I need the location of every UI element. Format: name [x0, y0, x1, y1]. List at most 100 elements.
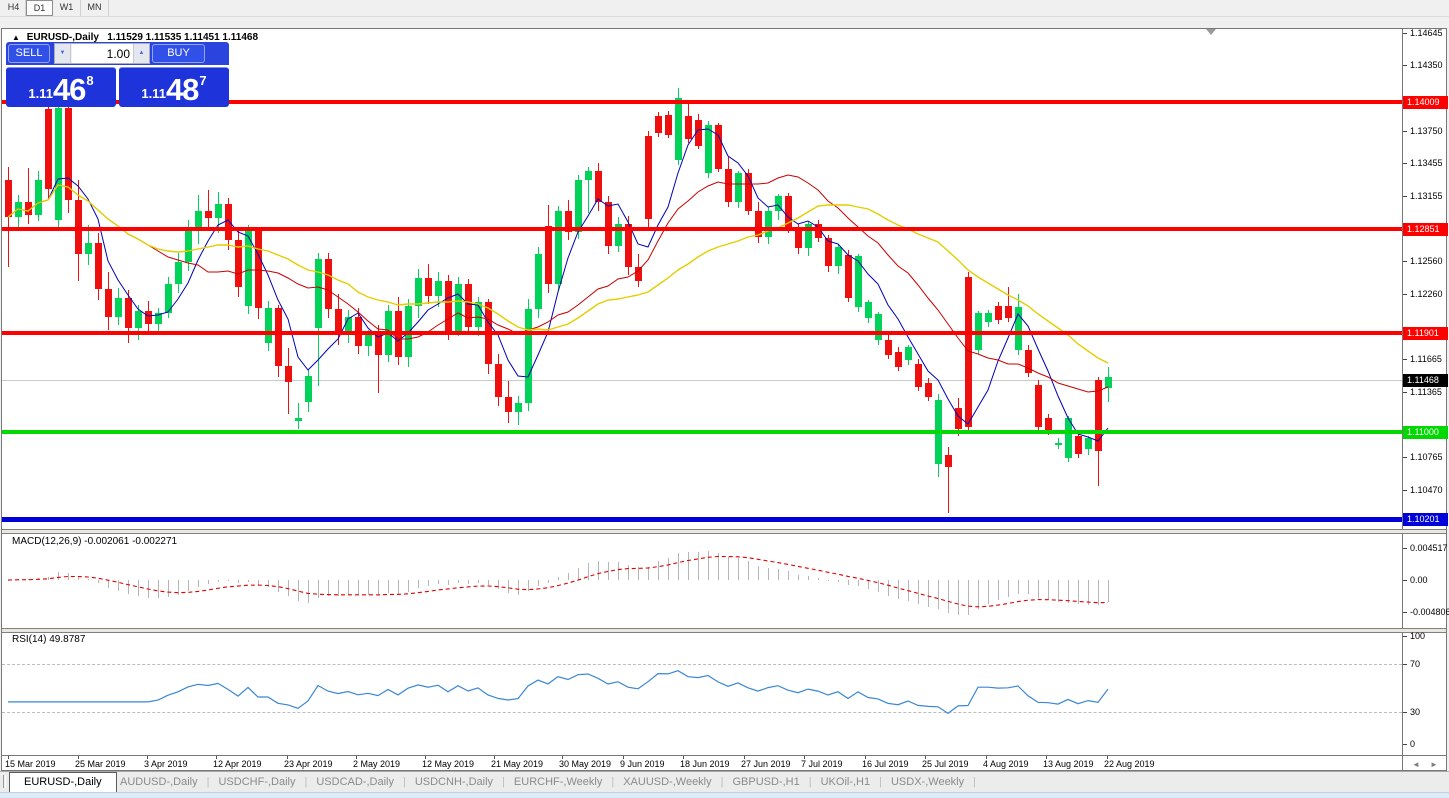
horizontal-level-line[interactable] [2, 331, 1402, 335]
candle [225, 204, 232, 240]
macd-bar [278, 580, 279, 592]
candle [185, 229, 192, 262]
horizontal-level-line[interactable] [2, 517, 1402, 522]
tab-bar-grip[interactable] [3, 775, 6, 788]
candle [325, 259, 332, 309]
collapse-triangle-icon[interactable]: ▲ [12, 33, 20, 42]
macd-bar [298, 580, 299, 601]
tab-ukoil-h1[interactable]: UKOil-,H1 [821, 776, 871, 788]
macd-bar [108, 580, 109, 588]
tab-usdcnh-daily[interactable]: USDCNH-,Daily [415, 776, 493, 788]
candle [945, 455, 952, 467]
macd-bar [138, 580, 139, 596]
timeframe-button-h4[interactable]: H4 [2, 0, 26, 16]
chart-ohlc-values: 1.11529 1.11535 1.11451 1.11468 [107, 32, 258, 43]
tab-usdx-weekly[interactable]: USDX-,Weekly [891, 776, 964, 788]
macd-bar [958, 580, 959, 615]
candle [5, 180, 12, 217]
macd-bar [118, 580, 119, 591]
macd-bar [558, 577, 559, 580]
timeframe-button-mn[interactable]: MN [81, 0, 109, 16]
candle [545, 226, 552, 284]
macd-bar [288, 580, 289, 596]
candle [275, 308, 282, 366]
tab-eurusd-daily[interactable]: EURUSD-,Daily [9, 772, 117, 792]
candle [255, 231, 262, 308]
chart-shift-marker-icon[interactable] [1206, 29, 1216, 35]
tab-usdchf-daily[interactable]: USDCHF-,Daily [218, 776, 295, 788]
macd-bar [248, 580, 249, 582]
scroll-left-icon[interactable]: ◄ [1412, 760, 1420, 769]
macd-bar [88, 579, 89, 580]
volume-input[interactable] [72, 44, 133, 63]
date-axis-border [2, 755, 1446, 756]
tab-separator: | [800, 776, 821, 788]
horizontal-level-line[interactable] [2, 430, 1402, 434]
candle [575, 180, 582, 232]
buy-price-button[interactable]: 1.11 48 7 [119, 67, 229, 107]
macd-bar [988, 580, 989, 604]
tab-gbpusd-h1[interactable]: GBPUSD-,H1 [733, 776, 800, 788]
axis-tick-label: 1.14645 [1410, 28, 1443, 38]
macd-bar [608, 562, 609, 580]
candle [305, 376, 312, 402]
macd-bar [698, 552, 699, 580]
buy-button[interactable]: BUY [152, 44, 205, 63]
candle [825, 238, 832, 266]
macd-bar [828, 580, 829, 581]
candle [645, 136, 652, 219]
horizontal-level-line[interactable] [2, 227, 1402, 231]
macd-bar [228, 580, 229, 581]
timeframe-button-w1[interactable]: W1 [53, 0, 81, 16]
sell-price-pipette: 8 [86, 73, 93, 88]
macd-bar [378, 580, 379, 595]
axis-tick-label: 1.11665 [1410, 354, 1442, 364]
volume-increase-icon[interactable]: ▲ [133, 44, 149, 63]
axis-tick-mark [1403, 33, 1407, 34]
macd-bar [218, 580, 219, 582]
axis-tick-label: 1.13750 [1410, 126, 1443, 136]
candle [715, 125, 722, 169]
macd-bar [308, 580, 309, 603]
macd-bar [838, 580, 839, 582]
macd-bar [628, 565, 629, 580]
candle [525, 309, 532, 403]
tab-audusd-daily[interactable]: AUDUSD-,Daily [120, 776, 198, 788]
candle [415, 278, 422, 306]
candle [665, 115, 672, 135]
macd-bar [918, 580, 919, 604]
candle [555, 211, 562, 284]
axis-tick-label: 1.12260 [1410, 289, 1443, 299]
macd-bar [808, 576, 809, 580]
scroll-right-icon[interactable]: ► [1430, 760, 1438, 769]
volume-decrease-icon[interactable]: ▼ [55, 44, 71, 63]
macd-bar [418, 580, 419, 588]
macd-bar [1008, 580, 1009, 597]
sell-button[interactable]: SELL [8, 44, 50, 63]
candle [695, 120, 702, 146]
macd-bar [188, 580, 189, 591]
sell-price-button[interactable]: 1.11 46 8 [6, 67, 116, 107]
date-label: 27 Jun 2019 [741, 759, 791, 769]
tab-eurchf-weekly[interactable]: EURCHF-,Weekly [514, 776, 602, 788]
timeframe-button-d1[interactable]: D1 [26, 0, 53, 16]
macd-bar [638, 567, 639, 580]
tab-xauusd-weekly[interactable]: XAUUSD-,Weekly [623, 776, 711, 788]
candle [905, 347, 912, 360]
macd-bar [818, 578, 819, 580]
candle [785, 196, 792, 229]
rsi-label: RSI(14) 49.8787 [12, 634, 85, 645]
axis-tick-mark [1403, 65, 1407, 66]
tab-usdcad-daily[interactable]: USDCAD-,Daily [316, 776, 394, 788]
panel-separator[interactable] [2, 529, 1446, 534]
macd-bar [908, 580, 909, 601]
candle [105, 289, 112, 317]
macd-bar [768, 568, 769, 580]
date-label: 4 Aug 2019 [983, 759, 1029, 769]
panel-separator[interactable] [2, 628, 1446, 633]
macd-bar [648, 567, 649, 580]
candle [915, 364, 922, 387]
candle [145, 311, 152, 324]
candle [985, 313, 992, 322]
candle [925, 383, 932, 397]
